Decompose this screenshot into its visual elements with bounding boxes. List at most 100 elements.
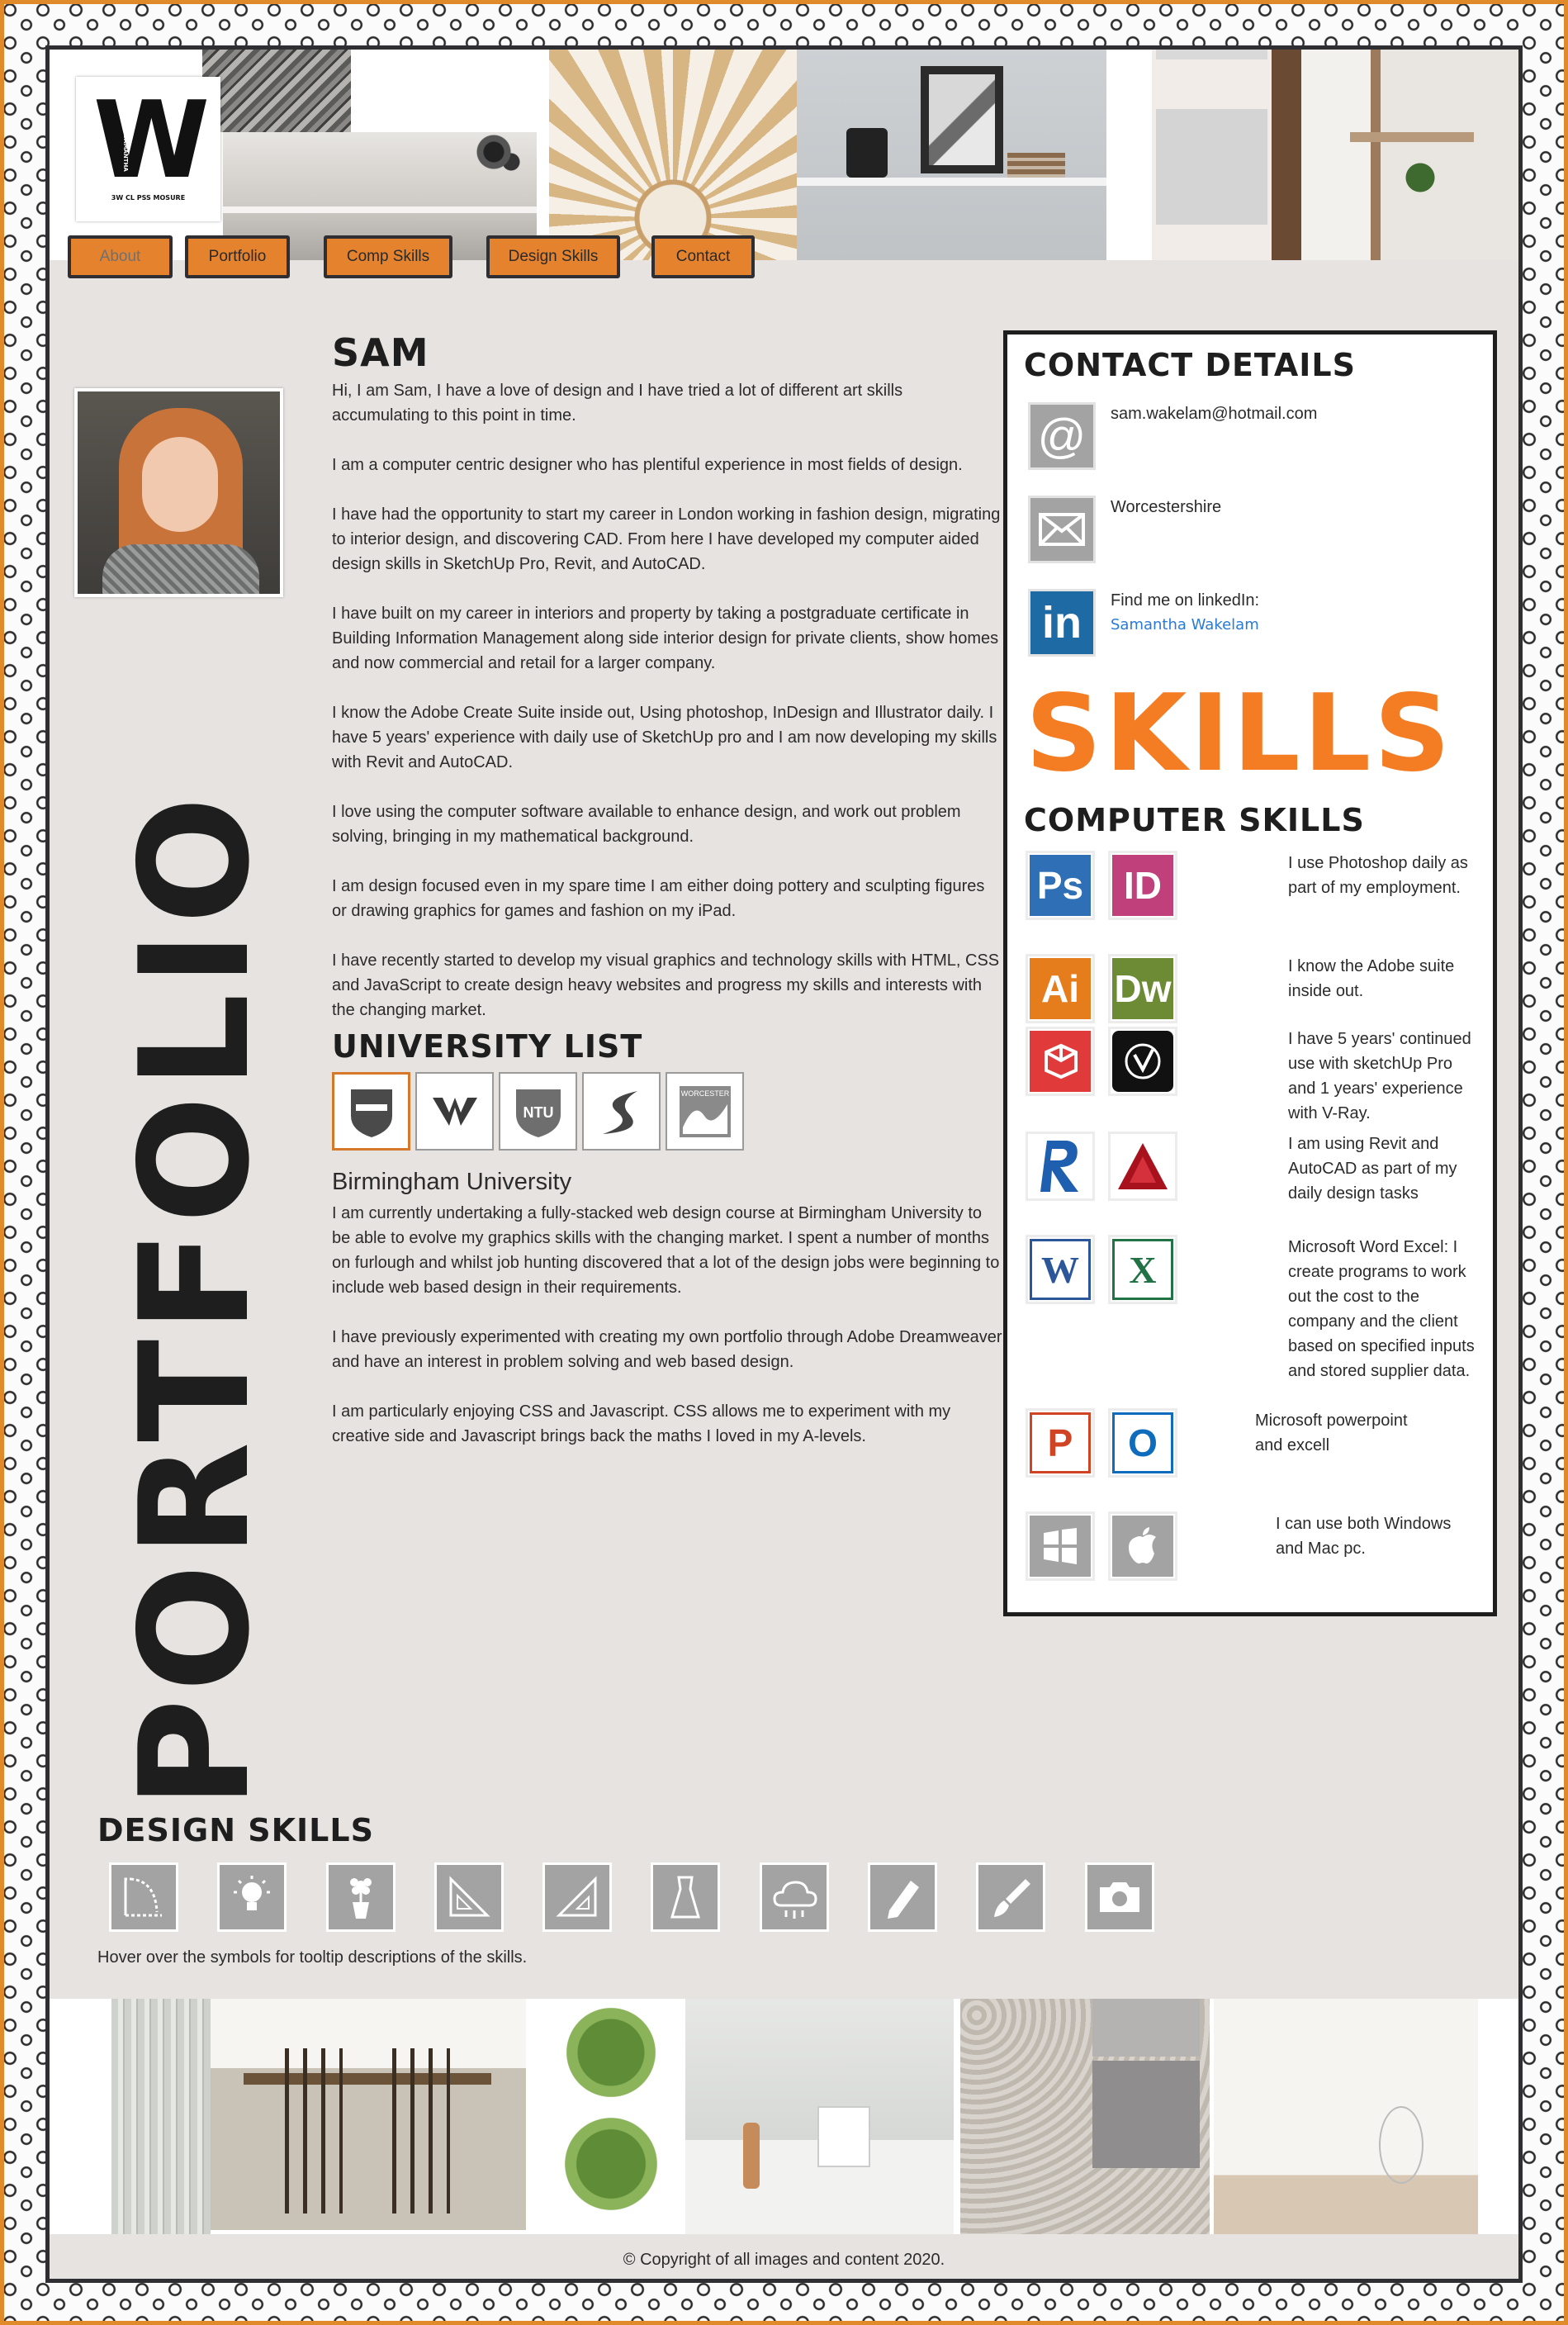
brush-shape bbox=[994, 1879, 1030, 1917]
outlook-icon[interactable]: O bbox=[1108, 1408, 1177, 1478]
uni-logo-ntu[interactable]: NTU bbox=[499, 1072, 577, 1151]
page-container: W 3W CL PSS MOSURE SAMANTHA About Portfo… bbox=[45, 45, 1523, 2283]
linkedin-label: Find me on linkedIn: bbox=[1111, 591, 1260, 610]
indesign-icon[interactable]: ID bbox=[1108, 851, 1177, 920]
word-icon[interactable]: W bbox=[1026, 1235, 1095, 1304]
design-skills-hint: Hover over the symbols for tooltip descr… bbox=[97, 1948, 528, 1967]
revit-icon[interactable] bbox=[1026, 1132, 1095, 1201]
powerpoint-icon[interactable]: P bbox=[1026, 1408, 1095, 1478]
about-paragraph: I have had the opportunity to start my c… bbox=[332, 505, 1001, 573]
worcester-label: WORCESTER bbox=[680, 1089, 729, 1098]
nav-portfolio[interactable]: Portfolio bbox=[185, 235, 290, 278]
illustrator-icon[interactable]: Ai bbox=[1026, 954, 1095, 1023]
uni-logo-4[interactable] bbox=[582, 1072, 661, 1151]
logo-subtitle: 3W CL PSS MOSURE bbox=[111, 194, 186, 202]
contact-linkedin: Find me on linkedIn: Samantha Wakelam bbox=[1111, 589, 1259, 637]
about-paragraph: I love using the computer software avail… bbox=[332, 803, 961, 846]
logo-side-text: SAMANTHA bbox=[122, 135, 129, 172]
site-logo[interactable]: W 3W CL PSS MOSURE SAMANTHA bbox=[76, 77, 220, 221]
uni-logo-birmingham[interactable] bbox=[332, 1072, 410, 1151]
ntu-shield-icon: NTU bbox=[515, 1089, 561, 1137]
flower-vase-icon[interactable] bbox=[326, 1862, 396, 1932]
skill-text-os: I can use both Windows and Mac pc. bbox=[1276, 1515, 1452, 1558]
outlook-label: O bbox=[1112, 1412, 1173, 1473]
door-shape bbox=[124, 1877, 162, 1917]
set-square-shape bbox=[449, 1876, 490, 1917]
skills-big-title: SKILLS bbox=[1026, 672, 1454, 795]
dreamweaver-icon[interactable]: Dw bbox=[1108, 954, 1177, 1023]
worcester-logo-icon: WORCESTER bbox=[679, 1085, 731, 1137]
plant-silhouette bbox=[471, 132, 528, 182]
vray-icon[interactable] bbox=[1108, 1027, 1177, 1096]
chair-1 bbox=[285, 2048, 343, 2213]
apple-icon[interactable] bbox=[1108, 1511, 1177, 1581]
sketchup-icon[interactable] bbox=[1026, 1027, 1095, 1096]
linkedin-icon[interactable]: in bbox=[1028, 589, 1096, 657]
collage-dining bbox=[211, 1999, 526, 2230]
ribbon-logo-icon bbox=[432, 1097, 477, 1126]
contact-email[interactable]: sam.wakelam@hotmail.com bbox=[1111, 402, 1317, 426]
illustrator-label: Ai bbox=[1030, 958, 1091, 1019]
profile-photo bbox=[74, 388, 283, 597]
cup bbox=[817, 2106, 870, 2167]
about-paragraph: I am design focused even in my spare tim… bbox=[332, 877, 985, 920]
excel-icon[interactable]: X bbox=[1108, 1235, 1177, 1304]
fern-1 bbox=[553, 2007, 669, 2098]
sketchup-tile bbox=[1030, 1031, 1091, 1092]
cloud-shape bbox=[773, 1881, 817, 1919]
windows-shape bbox=[1044, 1528, 1077, 1564]
about-paragraph: I know the Adobe Create Suite inside out… bbox=[332, 704, 997, 771]
nav-about[interactable]: About bbox=[68, 235, 173, 278]
powerpoint-label: P bbox=[1030, 1412, 1091, 1473]
set-square-icon[interactable] bbox=[434, 1862, 504, 1932]
skill-text-office: Microsoft Word Excel: I create programs … bbox=[1288, 1238, 1475, 1380]
dreamweaver-label: Dw bbox=[1112, 958, 1173, 1019]
triangle-ruler-icon[interactable] bbox=[542, 1862, 612, 1932]
dress-pattern-icon[interactable] bbox=[651, 1862, 720, 1932]
collage-knit bbox=[960, 1999, 1210, 2234]
camera-shape bbox=[1100, 1882, 1139, 1912]
uni-logo-2[interactable] bbox=[415, 1072, 494, 1151]
camera-icon[interactable] bbox=[1085, 1862, 1154, 1932]
hall-plant bbox=[1404, 140, 1437, 215]
revit-shape bbox=[1040, 1141, 1078, 1192]
computer-skills-title: COMPUTER SKILLS bbox=[1024, 802, 1365, 838]
collage-sculpture bbox=[1214, 1999, 1478, 2234]
floorplan-door-icon[interactable] bbox=[109, 1862, 178, 1932]
windows-tile bbox=[1030, 1516, 1091, 1577]
autocad-icon[interactable] bbox=[1108, 1132, 1177, 1201]
header-photo-hallway bbox=[1272, 50, 1518, 260]
autocad-shape bbox=[1118, 1143, 1168, 1189]
skill-text-revit: I am using Revit and AutoCAD as part of … bbox=[1288, 1135, 1457, 1203]
nav-comp-skills[interactable]: Comp Skills bbox=[324, 235, 452, 278]
nav-design-skills[interactable]: Design Skills bbox=[486, 235, 620, 278]
word-label: W bbox=[1030, 1239, 1091, 1300]
swatch-1 bbox=[1092, 1999, 1200, 2057]
university-paragraph: I am particularly enjoying CSS and Javas… bbox=[332, 1402, 951, 1445]
windows-icon[interactable] bbox=[1026, 1511, 1095, 1581]
face bbox=[142, 437, 218, 532]
creative-cloud-icon[interactable] bbox=[760, 1862, 829, 1932]
collage-bathroom bbox=[685, 1999, 954, 2234]
header-photo-rattan bbox=[549, 50, 797, 260]
bulb-shape bbox=[234, 1876, 270, 1910]
pencil-shape bbox=[888, 1881, 919, 1919]
paintbrush-icon[interactable] bbox=[976, 1862, 1045, 1932]
lightbulb-icon[interactable] bbox=[217, 1862, 287, 1932]
photoshop-icon[interactable]: Ps bbox=[1026, 851, 1095, 920]
university-title: UNIVERSITY LIST bbox=[332, 1028, 643, 1065]
skill-text-photoshop: I use Photoshop daily as part of my empl… bbox=[1288, 854, 1468, 897]
linkedin-link[interactable]: Samantha Wakelam bbox=[1111, 613, 1259, 637]
vray-shape bbox=[1125, 1043, 1161, 1079]
pencil-icon[interactable] bbox=[868, 1862, 937, 1932]
university-paragraph: I have previously experimented with crea… bbox=[332, 1328, 1002, 1371]
shelf bbox=[797, 178, 1106, 186]
skill-text-sketchup: I have 5 years' continued use with sketc… bbox=[1288, 1030, 1471, 1122]
panel-b bbox=[1156, 109, 1267, 225]
ntu-label: NTU bbox=[523, 1104, 553, 1121]
nav-contact[interactable]: Contact bbox=[651, 235, 755, 278]
about-paragraph: I have built on my career in interiors a… bbox=[332, 605, 999, 672]
dress-shape bbox=[670, 1876, 701, 1919]
uni-logo-worcester[interactable]: WORCESTER bbox=[666, 1072, 744, 1151]
plant-pot bbox=[846, 128, 888, 178]
